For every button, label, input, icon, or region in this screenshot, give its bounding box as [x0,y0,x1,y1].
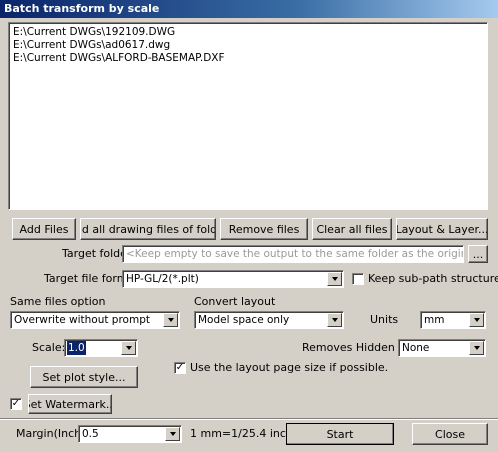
watermark-checkbox[interactable]: ✓ [10,398,22,410]
hidden-line-value: None [402,342,430,354]
layout-layer-button[interactable]: Layout & Layer... [396,218,488,240]
keep-subpath-label: Keep sub-path structure [368,272,498,285]
close-button[interactable]: Close [412,423,488,445]
add-files-button[interactable]: Add Files [12,218,76,240]
same-files-value: Overwrite without prompt [14,314,150,326]
start-button[interactable]: Start [286,423,394,445]
hidden-line-select[interactable]: None [398,339,486,357]
same-files-select[interactable]: Overwrite without prompt [10,311,180,329]
units-value: mm [424,314,445,326]
scale-select[interactable]: 1.0 [64,339,138,357]
divider [0,418,498,420]
convert-layout-value: Model space only [198,314,290,326]
margin-select[interactable]: 0.5 [78,425,182,443]
target-format-value: HP-GL/2(*.plt) [126,273,199,285]
chevron-down-icon[interactable] [163,313,178,327]
convert-layout-label: Convert layout [194,295,276,308]
list-item[interactable]: E:\Current DWGs\ad0617.dwg [13,39,483,52]
chevron-down-icon[interactable] [165,427,180,441]
set-watermark-button[interactable]: Set Watermark... [28,394,112,414]
chevron-down-icon[interactable] [469,341,484,355]
window-title: Batch transform by scale [0,0,498,18]
use-page-size-checkbox[interactable]: ✓ [174,362,186,374]
browse-folder-button[interactable]: ... [468,245,488,263]
scale-label: Scale: [32,341,66,354]
chevron-down-icon[interactable] [121,341,136,355]
keep-subpath-checkbox[interactable] [352,273,364,285]
chevron-down-icon[interactable] [327,272,342,286]
target-folder-input[interactable]: <Keep empty to save the output to the sa… [122,245,464,263]
list-item[interactable]: E:\Current DWGs\ALFORD-BASEMAP.DXF [13,52,483,65]
chevron-down-icon[interactable] [327,313,342,327]
set-plot-style-button[interactable]: Set plot style... [30,366,138,388]
remove-files-button[interactable]: Remove files [220,218,308,240]
units-select[interactable]: mm [420,311,486,329]
margin-value: 0.5 [82,428,99,440]
file-list[interactable]: E:\Current DWGs\192109.DWG E:\Current DW… [8,22,488,210]
same-files-label: Same files option [10,295,106,308]
scale-value: 1.0 [67,341,86,355]
units-label: Units [370,313,399,326]
add-all-folder-button[interactable]: Add all drawing files of folder [80,218,216,240]
use-page-size-label: Use the layout page size if possible. [190,361,389,374]
clear-all-files-button[interactable]: Clear all files [312,218,392,240]
chevron-down-icon[interactable] [469,313,484,327]
target-format-select[interactable]: HP-GL/2(*.plt) [122,270,344,288]
convert-layout-select[interactable]: Model space only [194,311,344,329]
list-item[interactable]: E:\Current DWGs\192109.DWG [13,26,483,39]
unit-conversion-note: 1 mm=1/25.4 inch [190,427,293,440]
